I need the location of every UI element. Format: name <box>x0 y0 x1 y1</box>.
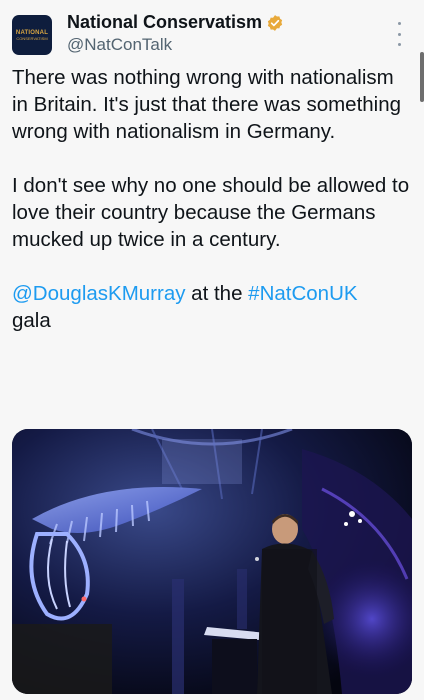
avatar[interactable]: NATIONAL CONSERVATISM <box>12 15 52 55</box>
tweet-text: There was nothing wrong with nationalism… <box>12 64 412 334</box>
mention-link[interactable]: @DouglasKMurray <box>12 282 185 305</box>
tweet-paragraph-2: I don't see why no one should be allowed… <box>12 174 410 251</box>
more-vertical-icon[interactable] <box>392 22 406 46</box>
connector-text: at the <box>185 282 249 305</box>
photo-icon <box>12 429 412 694</box>
author-display-name[interactable]: National Conservatism <box>67 12 262 33</box>
author-name-row[interactable]: National Conservatism <box>67 12 284 33</box>
tweet-paragraph-3: @DouglasKMurray at the #NatConUK gala <box>12 280 412 334</box>
tail-text: gala <box>12 309 51 332</box>
tweet-header: NATIONAL CONSERVATISM National Conservat… <box>12 12 412 58</box>
tweet: NATIONAL CONSERVATISM National Conservat… <box>0 0 424 700</box>
author-handle[interactable]: @NatConTalk <box>67 35 172 55</box>
scrollbar[interactable] <box>420 52 424 102</box>
tweet-paragraph-1: There was nothing wrong with nationalism… <box>12 66 402 143</box>
tweet-photo[interactable] <box>12 429 412 694</box>
verified-badge-icon <box>267 14 283 31</box>
avatar-logo-subtext: CONSERVATISM <box>16 35 48 41</box>
hashtag-link[interactable]: #NatConUK <box>248 282 357 305</box>
